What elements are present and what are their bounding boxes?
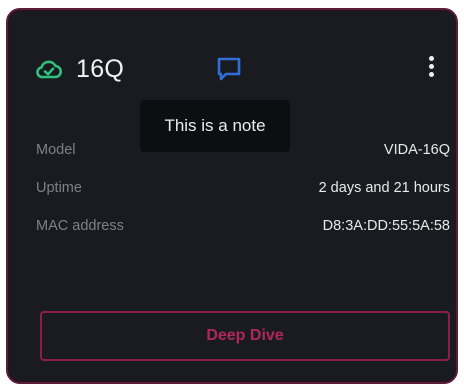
device-name: 16Q	[76, 55, 125, 83]
detail-value: D8:3A:DD:55:5A:58	[322, 218, 450, 234]
note-icon[interactable]	[216, 56, 242, 82]
deep-dive-button[interactable]: Deep Dive	[40, 311, 450, 361]
detail-label: Uptime	[36, 180, 82, 196]
page-background: 16Q Model VIDA-16Q Uptime 2 days and 21 …	[0, 0, 464, 392]
menu-dot	[428, 64, 434, 69]
menu-dot	[428, 72, 434, 77]
detail-value: VIDA-16Q	[383, 142, 450, 158]
detail-label: MAC address	[36, 218, 124, 234]
detail-label: Model	[36, 142, 76, 158]
device-details: Model VIDA-16Q Uptime 2 days and 21 hour…	[36, 136, 450, 250]
note-tooltip: This is a note	[140, 100, 290, 152]
cloud-check-icon	[36, 58, 63, 80]
detail-row-uptime: Uptime 2 days and 21 hours	[36, 174, 450, 212]
detail-row-mac-address: MAC address D8:3A:DD:55:5A:58	[36, 212, 450, 250]
menu-dot	[428, 56, 434, 61]
detail-value: 2 days and 21 hours	[318, 180, 450, 196]
device-header: 16Q	[36, 52, 440, 92]
vertical-dots-icon[interactable]	[426, 56, 436, 84]
